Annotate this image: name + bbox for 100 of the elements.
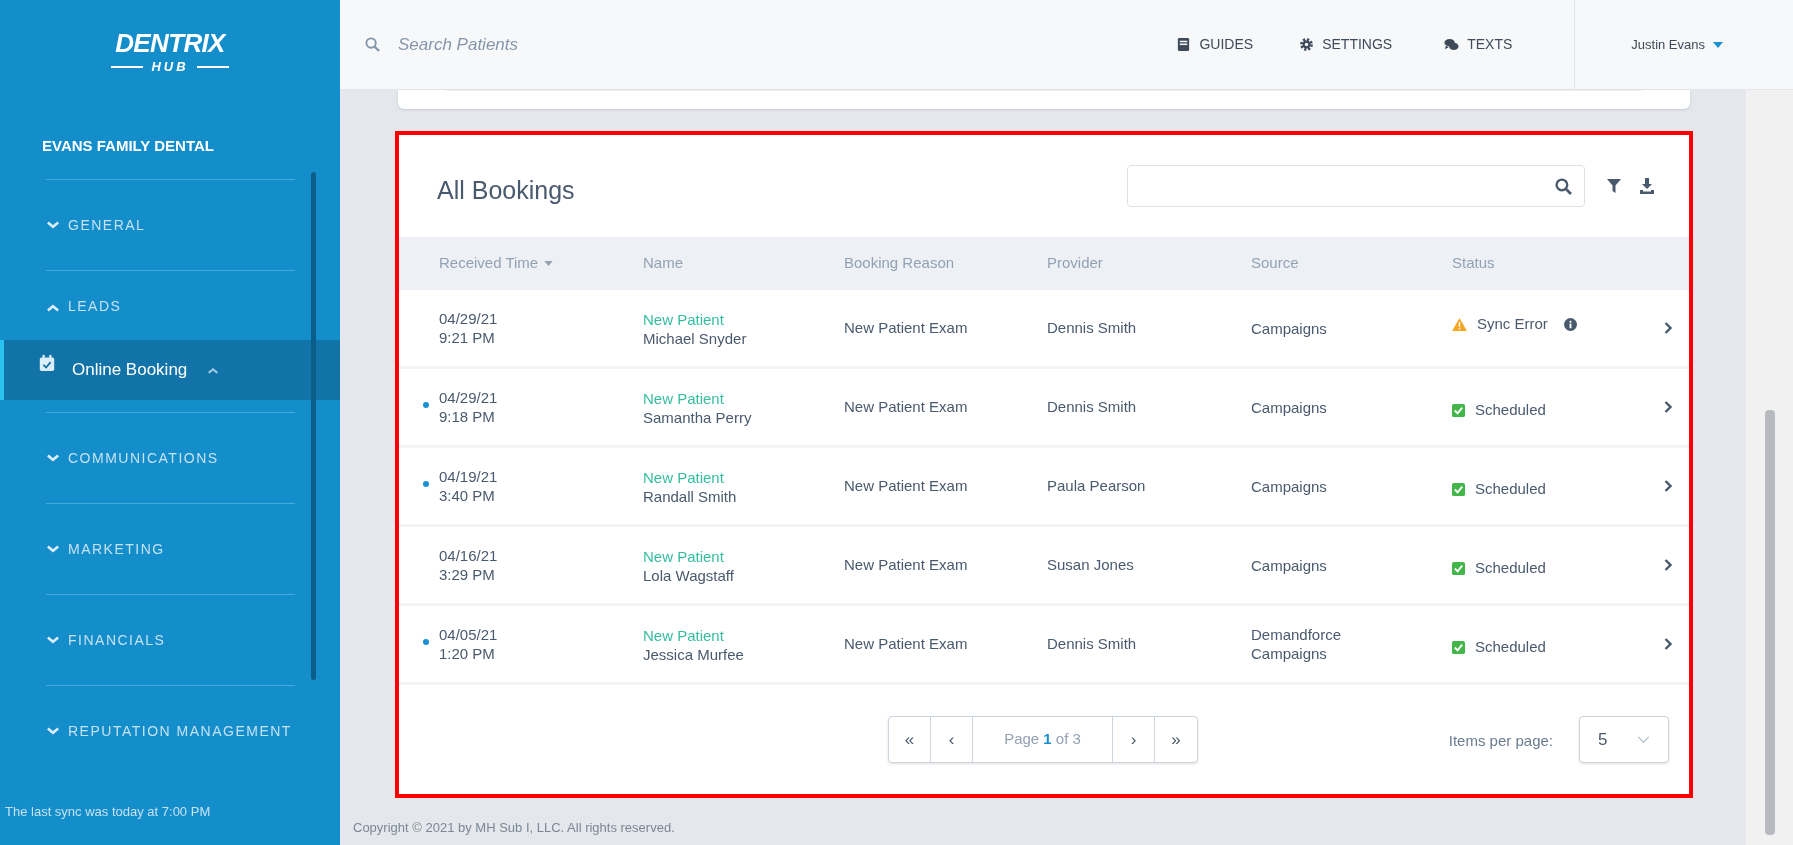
- table-row[interactable]: 04/29/21 9:18 PM New Patient Samantha Perry New Patient Exam Dennis Smith Campaigns Scheduled: [399, 369, 1689, 448]
- chevron-right-icon: [1664, 322, 1672, 334]
- status-label: Sync Error: [1477, 313, 1548, 334]
- first-page-button[interactable]: «: [889, 717, 931, 762]
- chevron-down-icon: [46, 634, 60, 646]
- sync-status: The last sync was today at 7:00 PM: [4, 802, 212, 821]
- patient-name: Randall Smith: [643, 487, 737, 506]
- time-text: 9:18 PM: [439, 407, 495, 426]
- caret-down-icon: [1713, 41, 1723, 48]
- chevron-down-icon: [46, 725, 60, 737]
- practice-name: EVANS FAMILY DENTAL: [41, 136, 215, 156]
- chevron-right-icon: [1664, 401, 1672, 413]
- chevron-down-icon: [46, 452, 60, 464]
- patient-type: New Patient: [643, 547, 724, 566]
- date-text: 04/29/21: [439, 388, 498, 407]
- nav-link[interactable]: SETTINGS: [1299, 34, 1393, 55]
- table-row[interactable]: 04/19/21 3:40 PM New Patient Randall Smith New Patient Exam Paula Pearson Campaigns Scheduled: [399, 448, 1689, 527]
- search-field[interactable]: Search Patients: [398, 31, 998, 58]
- chevron-down-icon: [46, 543, 60, 555]
- table-cell-text: New Patient Exam: [844, 396, 969, 417]
- column-header: Source: [1251, 253, 1300, 274]
- patient-name: Michael Snyder: [643, 329, 747, 348]
- date-text: 04/05/21: [439, 625, 498, 644]
- column-header: Status: [1452, 253, 1496, 274]
- table-row[interactable]: 04/05/21 1:20 PM New Patient Jessica Murfee New Patient Exam Dennis Smith Demandforce Campaigns Scheduled: [399, 606, 1689, 685]
- patient-type: New Patient: [643, 626, 724, 645]
- patient-type: New Patient: [643, 389, 724, 408]
- chevron-right-icon: [1664, 480, 1672, 492]
- date-text: 04/19/21: [439, 467, 498, 486]
- items-per-page-select[interactable]: 5: [1579, 716, 1669, 763]
- chat-bubbles-icon: [1444, 37, 1460, 52]
- scrollbar-thumb[interactable]: [1764, 410, 1775, 835]
- chevron-down-icon: [46, 219, 60, 231]
- time-text: 3:40 PM: [439, 486, 495, 505]
- calendar-check-icon: [38, 354, 56, 372]
- table-cell-text: Dennis Smith: [1047, 317, 1138, 338]
- column-header: Name: [643, 253, 684, 274]
- info-icon: [1563, 317, 1577, 331]
- table-cell-text: Susan Jones: [1047, 554, 1135, 575]
- previous-page-button[interactable]: ‹: [931, 717, 973, 762]
- patient-name: Jessica Murfee: [643, 645, 744, 664]
- nav-link[interactable]: TEXTS: [1444, 34, 1513, 55]
- table-row[interactable]: 04/29/21 9:21 PM New Patient Michael Snyder New Patient Exam Dennis Smith Campaigns Sync Error: [399, 290, 1689, 369]
- page-indicator: Page 1 of 3: [973, 717, 1113, 762]
- date-text: 04/16/21: [439, 546, 498, 565]
- download-icon: [1639, 178, 1655, 194]
- checkbox-check-icon: [1452, 640, 1465, 654]
- table-cell-text: Campaigns: [1251, 397, 1328, 417]
- table-cell-text: New Patient Exam: [844, 475, 969, 496]
- filter-button[interactable]: [1605, 177, 1623, 195]
- sort-caret-icon: [544, 261, 554, 266]
- table-cell-text: Dennis Smith: [1047, 396, 1138, 417]
- scrollbar[interactable]: [1746, 90, 1793, 845]
- last-page-button[interactable]: »: [1155, 717, 1197, 762]
- table-cell-text: Campaigns: [1251, 476, 1328, 496]
- card-title: All Bookings: [437, 175, 575, 207]
- checkbox-check-icon: [1452, 482, 1465, 496]
- checkbox-check-icon: [1452, 403, 1465, 417]
- settings-icon: [1299, 37, 1315, 52]
- search-icon: [365, 37, 380, 52]
- patient-type: New Patient: [643, 468, 724, 487]
- table-cell-text: Paula Pearson: [1047, 475, 1147, 496]
- table-cell-text: Campaigns: [1251, 318, 1328, 338]
- status-label: Scheduled: [1475, 478, 1546, 499]
- warning-icon: [1452, 317, 1467, 331]
- table-cell-text: New Patient Exam: [844, 554, 969, 575]
- date-text: 04/29/21: [439, 309, 498, 328]
- time-text: 1:20 PM: [439, 644, 495, 663]
- copyright-text: Copyright © 2021 by MH Sub I, LLC. All rights reserved.: [353, 819, 676, 837]
- chevron-right-icon: [1664, 638, 1672, 650]
- status-label: Scheduled: [1475, 636, 1546, 657]
- bookings-search-field[interactable]: [1127, 165, 1585, 207]
- column-header: Booking Reason: [844, 253, 956, 274]
- book-icon: [1176, 37, 1192, 52]
- download-button[interactable]: [1637, 176, 1657, 196]
- time-text: 9:21 PM: [439, 328, 495, 347]
- table-cell-text: Demandforce Campaigns: [1251, 625, 1343, 663]
- logo-title: DENTRIX: [115, 30, 225, 56]
- column-header: Provider: [1047, 253, 1104, 274]
- nav-item[interactable]: Online Booking: [0, 340, 340, 400]
- patient-name: Lola Wagstaff: [643, 566, 734, 585]
- status-label: Scheduled: [1475, 399, 1546, 420]
- time-text: 3:29 PM: [439, 565, 495, 584]
- checkbox-check-icon: [1452, 561, 1465, 575]
- table-cell-text: Dennis Smith: [1047, 633, 1138, 654]
- nav-link[interactable]: GUIDES: [1176, 34, 1254, 55]
- status-label: Scheduled: [1475, 557, 1546, 578]
- table-cell-text: New Patient Exam: [844, 633, 969, 654]
- table-row[interactable]: 04/16/21 3:29 PM New Patient Lola Wagstaff New Patient Exam Susan Jones Campaigns Scheduled: [399, 527, 1689, 606]
- chevron-down-icon: [1637, 736, 1650, 743]
- chevron-up-icon: [207, 365, 220, 375]
- table-cell-text: Campaigns: [1251, 555, 1328, 575]
- search-icon: [1555, 177, 1572, 195]
- table-cell-text: New Patient Exam: [844, 317, 969, 338]
- user-menu[interactable]: Justin Evans: [1574, 0, 1793, 89]
- patient-type: New Patient: [643, 310, 724, 329]
- patient-name: Samantha Perry: [643, 408, 752, 427]
- items-per-page-label: Items per page:: [1448, 731, 1553, 752]
- next-page-button[interactable]: ›: [1113, 717, 1155, 762]
- chevron-right-icon: [1664, 559, 1672, 571]
